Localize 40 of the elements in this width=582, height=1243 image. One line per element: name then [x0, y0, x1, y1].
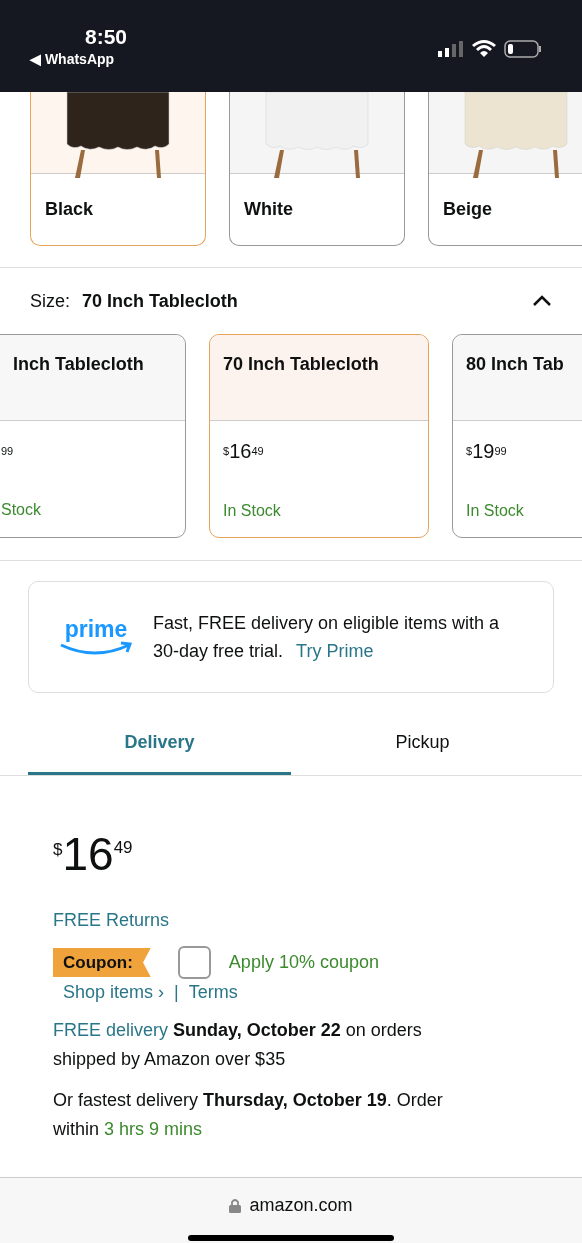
shop-items-link[interactable]: Shop items › [63, 979, 165, 1006]
size-option[interactable]: Inch Tablecloth 99 Stock [0, 334, 186, 538]
delivery-tab[interactable]: Delivery [28, 713, 291, 775]
color-option[interactable]: White [229, 92, 405, 246]
free-returns-link[interactable]: FREE Returns [53, 907, 529, 934]
free-delivery-link[interactable]: FREE delivery [53, 1020, 169, 1040]
signal-icon [438, 41, 464, 57]
coupon-badge: Coupon: [53, 947, 151, 978]
delivery-info: Or fastest delivery Thursday, October 19. Order within 3 hrs 9 mins [53, 1089, 444, 1141]
lock-icon [229, 1198, 242, 1213]
prime-logo: prime [64, 617, 128, 641]
separator: | [174, 981, 179, 1004]
stock-status: Stock [1, 499, 42, 520]
delivery-tab[interactable]: Pickup [291, 713, 554, 775]
try-prime-link[interactable]: Try Prime [296, 641, 374, 661]
wifi-icon [472, 40, 496, 58]
battery-icon [504, 40, 542, 58]
color-option[interactable]: Black [30, 92, 206, 246]
size-value: 70 Inch Tablecloth [82, 289, 238, 313]
size-title: 80 Inch Tab [466, 353, 564, 376]
color-option[interactable]: Beige [428, 92, 582, 246]
stock-status: In Stock [223, 501, 282, 521]
size-label: Size: [30, 289, 71, 313]
price: 99 [1, 444, 15, 459]
delivery-info: FREE delivery Sunday, October 22 on orders shipped by Amazon over $35 [53, 1019, 423, 1071]
size-title: Inch Tablecloth [13, 353, 144, 376]
smile-arrow-icon [59, 640, 133, 657]
color-label: White [243, 198, 294, 221]
color-label: Black [44, 198, 95, 221]
prime-offer-text: Fast, FREE delivery on eligible items with a 30-day free trial. Try Prime [153, 612, 501, 663]
clock: 8:50 [84, 26, 128, 47]
url-text: amazon.com [249, 1194, 353, 1217]
back-to-app-link[interactable]: ◀ WhatsApp [30, 49, 128, 70]
color-label: Beige [442, 198, 494, 221]
coupon-checkbox[interactable] [177, 946, 211, 979]
terms-link[interactable]: Terms [188, 979, 238, 1006]
apply-coupon-label[interactable]: Apply 10% coupon [228, 949, 379, 976]
chevron-up-icon[interactable] [532, 295, 552, 307]
size-title: 70 Inch Tablecloth [223, 353, 379, 376]
stock-status: In Stock [466, 501, 525, 521]
